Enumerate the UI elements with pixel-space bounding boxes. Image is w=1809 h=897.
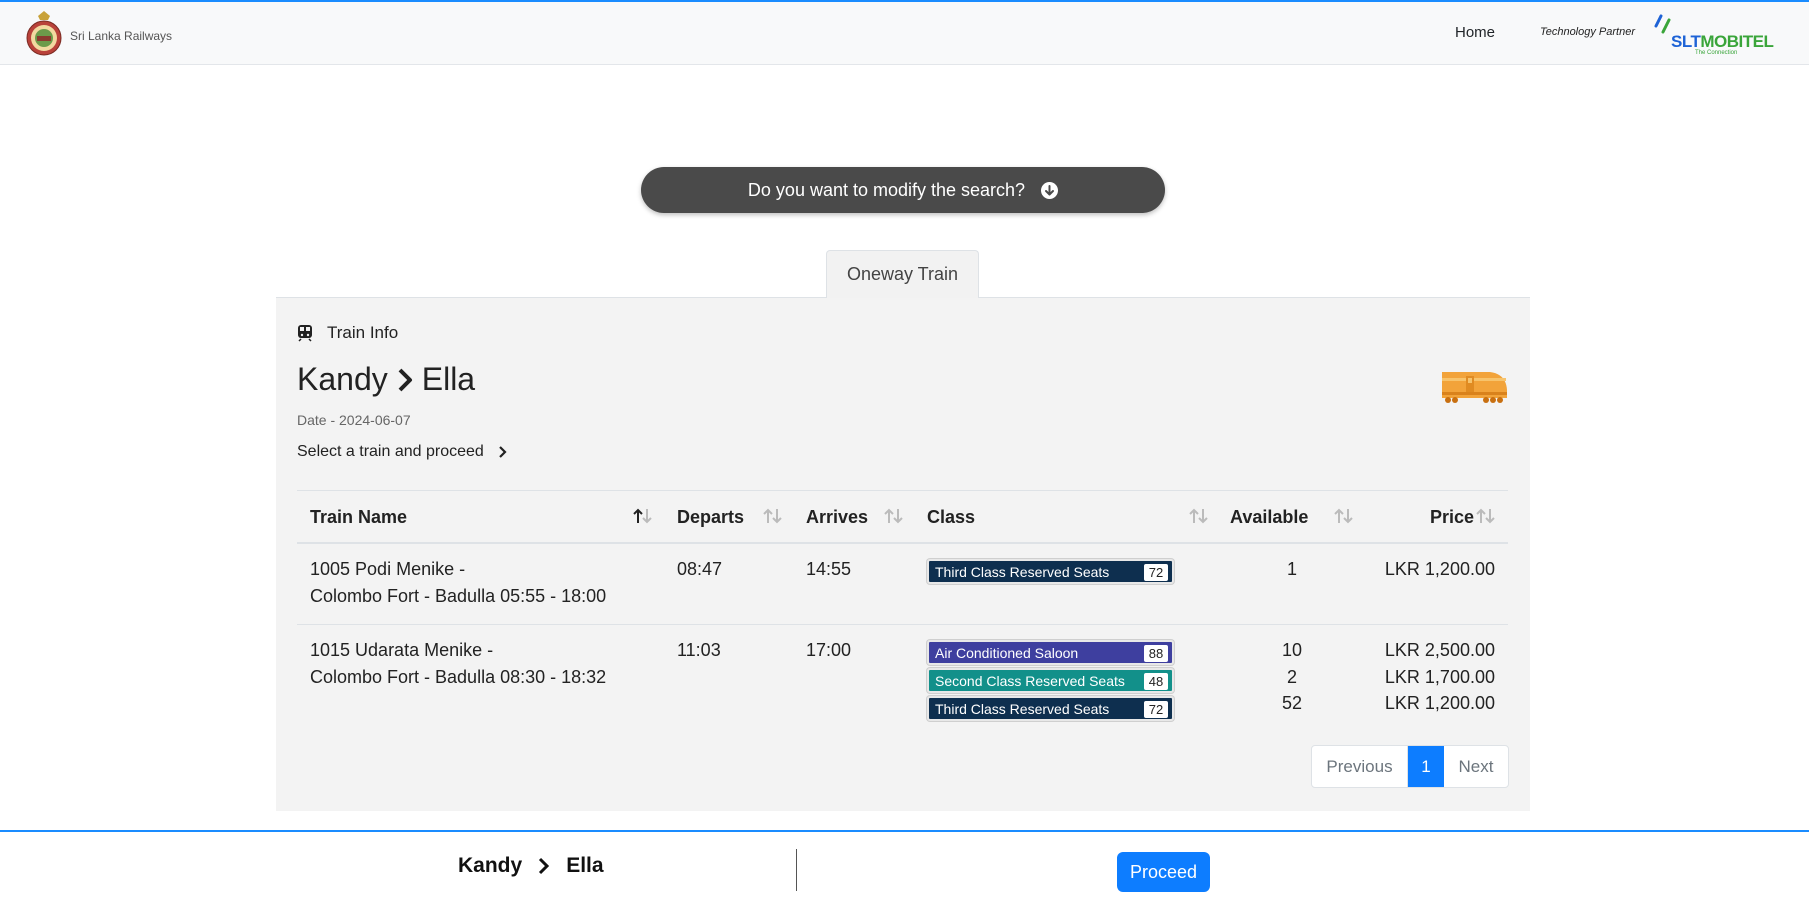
train-info-label: Train Info [327,323,399,342]
departs-cell: 11:03 [677,640,721,660]
available-cell: 52 [1281,693,1303,713]
route-title: Kandy Ella [297,361,475,398]
departs-cell: 08:47 [677,559,723,579]
bottom-action-bar: Kandy Ella Proceed [0,830,1809,897]
proceed-button[interactable]: Proceed [1117,852,1210,892]
footer-divider [796,849,797,891]
class-badge-label: Air Conditioned Saloon [935,644,1079,661]
slt-wordmark: SLT [1671,32,1701,51]
sort-icon[interactable] [883,507,905,525]
class-badge-label: Third Class Reserved Seats [935,563,1110,580]
sort-icon[interactable] [1475,507,1497,525]
top-navbar: Sri Lanka Railways Home Technology Partn… [0,0,1809,65]
class-seat-count: 48 [1144,673,1168,690]
table-header: Train Name Departs Arrives Class Availab… [297,490,1508,544]
mobitel-wordmark: MOBITEL [1700,32,1774,51]
table-row[interactable]: 1005 Podi Menike - Colombo Fort - Badull… [297,544,1508,625]
chevron-right-icon [396,367,414,393]
brand-name: Sri Lanka Railways [70,29,173,43]
column-header-price[interactable]: Price [1430,507,1474,528]
column-header-departs[interactable]: Departs [677,507,744,528]
column-header-available[interactable]: Available [1230,507,1308,528]
route-from: Kandy [297,361,388,397]
train-results-table: Train Name Departs Arrives Class Availab… [297,490,1508,737]
sort-icon[interactable] [1188,507,1210,525]
pagination: Previous 1 Next [1311,745,1509,788]
arrives-cell: 14:55 [806,559,852,579]
price-cell: LKR 1,200.00 [1384,693,1495,713]
class-badge-third-class[interactable]: Third Class Reserved Seats 72 [927,559,1174,584]
brand[interactable]: Sri Lanka Railways [24,10,172,58]
slt-mobitel-wordmark: SLTMOBITEL [1671,32,1774,52]
class-seat-count: 88 [1144,645,1168,662]
train-results-card: Train Info Kandy Ella Date - 2024-06-07 … [276,297,1530,811]
select-train-hint-label: Select a train and proceed [297,443,484,460]
sri-lanka-railways-logo [26,11,62,56]
sort-icon[interactable] [1333,507,1355,525]
price-cell: LKR 2,500.00 [1384,640,1495,660]
sort-asc-icon[interactable] [632,507,654,525]
train-info-heading: Train Info [297,323,398,343]
train-name-cell: 1005 Podi Menike - Colombo Fort - Badull… [310,556,606,610]
class-badge-air-conditioned[interactable]: Air Conditioned Saloon 88 [927,640,1174,665]
pagination-next[interactable]: Next [1444,746,1508,787]
class-badge-third-class[interactable]: Third Class Reserved Seats 72 [927,696,1174,721]
column-header-class[interactable]: Class [927,507,975,528]
class-badge-second-class[interactable]: Second Class Reserved Seats 48 [927,668,1174,693]
footer-route-from: Kandy [458,854,523,877]
train-name-line2: Colombo Fort - Badulla 05:55 - 18:00 [310,586,607,606]
technology-partner-label: Technology Partner [1540,26,1635,38]
price-cell: LKR 1,200.00 [1384,559,1495,579]
partner-tagline: The Connection [1695,50,1738,56]
train-illustration-icon [1442,372,1507,403]
chevron-right-icon [498,445,508,459]
class-seat-count: 72 [1144,701,1168,718]
tab-oneway-train[interactable]: Oneway Train [826,250,979,298]
table-row[interactable]: 1015 Udarata Menike - Colombo Fort - Bad… [297,625,1508,737]
journey-date: Date - 2024-06-07 [297,412,411,428]
class-badge-label: Third Class Reserved Seats [935,700,1110,717]
available-cell: 2 [1286,667,1297,687]
nav-home-link[interactable]: Home [1455,24,1495,41]
sort-icon[interactable] [762,507,784,525]
footer-route-to: Ella [566,854,604,877]
pagination-page-current[interactable]: 1 [1408,746,1444,787]
route-to: Ella [421,361,476,397]
train-name-cell: 1015 Udarata Menike - Colombo Fort - Bad… [310,637,606,691]
train-name-line2: Colombo Fort - Badulla 08:30 - 18:32 [310,667,607,687]
modify-search-label: Do you want to modify the search? [747,179,1026,200]
column-header-train-name[interactable]: Train Name [310,507,407,528]
available-cell: 10 [1281,640,1303,660]
train-name-line1: 1005 Podi Menike - [310,559,466,579]
arrives-cell: 17:00 [806,640,852,660]
class-badge-label: Second Class Reserved Seats [935,672,1125,689]
train-icon [298,325,312,342]
footer-route: Kandy Ella [458,854,604,878]
chevron-right-icon [538,857,550,875]
class-seat-count: 72 [1144,564,1168,581]
slt-mobitel-logo: SLTMOBITEL The Connection [1653,12,1774,58]
available-cell: 1 [1287,559,1298,579]
pagination-previous[interactable]: Previous [1312,746,1408,787]
modify-search-button[interactable]: Do you want to modify the search? [641,167,1165,213]
train-name-line1: 1015 Udarata Menike - [310,640,494,660]
select-train-hint: Select a train and proceed [297,443,508,461]
price-cell: LKR 1,700.00 [1384,667,1495,687]
arrow-down-circle-icon [1041,181,1059,199]
column-header-arrives[interactable]: Arrives [806,507,868,528]
